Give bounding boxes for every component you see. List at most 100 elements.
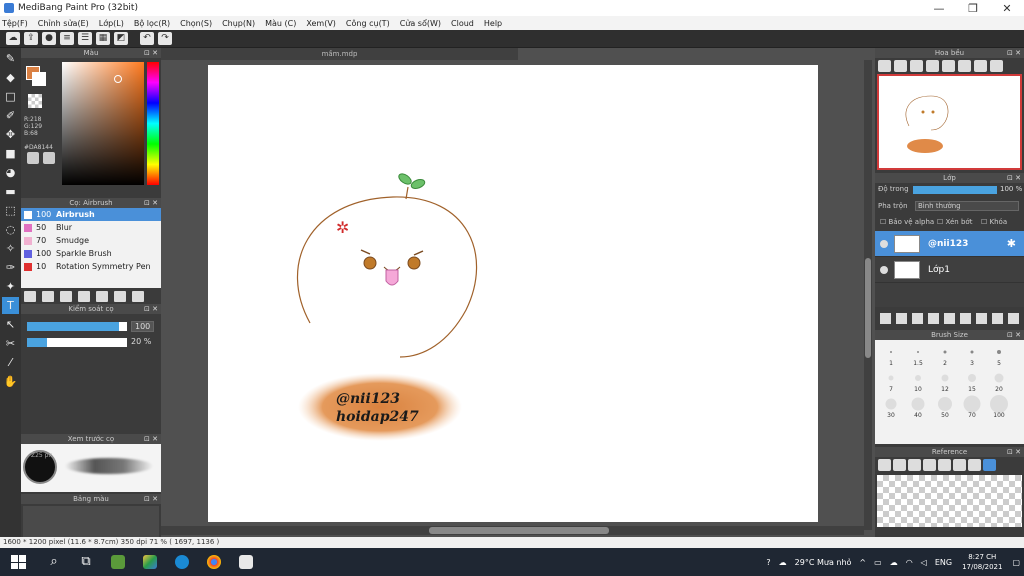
- brush-item[interactable]: 70 Smudge: [21, 234, 161, 247]
- select-rect-tool-icon[interactable]: ⬚: [2, 202, 19, 219]
- windows-start-icon[interactable]: [8, 552, 28, 572]
- palette-area[interactable]: [23, 506, 159, 540]
- brush-size-option[interactable]: 7: [878, 368, 904, 394]
- select-pen-tool-icon[interactable]: ✑: [2, 259, 19, 276]
- color-picker-icon[interactable]: [43, 152, 55, 164]
- brush-opacity-slider[interactable]: [27, 338, 127, 347]
- brush-size-option[interactable]: 12: [932, 368, 958, 394]
- dot-tool-icon[interactable]: □: [2, 88, 19, 105]
- saturation-value-picker[interactable]: [62, 62, 144, 185]
- delete-brush-icon[interactable]: [132, 290, 144, 302]
- actual-size-icon[interactable]: [958, 60, 971, 72]
- brush-size-option[interactable]: 3: [959, 342, 985, 368]
- visibility-eye-icon[interactable]: [880, 239, 888, 248]
- panel-close-icon[interactable]: ⊡ ✕: [1007, 447, 1021, 457]
- close-button[interactable]: ✕: [990, 2, 1024, 15]
- notifications-icon[interactable]: ▢: [1012, 558, 1020, 567]
- color-wheel-icon[interactable]: [27, 152, 39, 164]
- layer-row[interactable]: @nii123 ✱: [875, 231, 1024, 257]
- rotate-right-icon[interactable]: [974, 60, 987, 72]
- brush-folder-icon[interactable]: [96, 290, 108, 302]
- vertical-scroll-thumb[interactable]: [865, 258, 871, 358]
- zoom-in-icon[interactable]: [878, 60, 891, 72]
- flip-icon[interactable]: [990, 60, 1003, 72]
- zoom-out-icon[interactable]: [926, 60, 939, 72]
- transform-icon[interactable]: ◩: [114, 32, 128, 45]
- brush-size-option[interactable]: 70: [959, 394, 985, 420]
- new-layer-icon[interactable]: [880, 312, 891, 324]
- import-reference-icon[interactable]: [878, 459, 891, 471]
- brush-size-slider[interactable]: [27, 322, 127, 331]
- search-icon[interactable]: ⌕: [45, 553, 63, 571]
- layer-folder-icon[interactable]: [960, 312, 971, 324]
- help-icon[interactable]: ?: [766, 558, 770, 567]
- horizontal-scroll-thumb[interactable]: [429, 527, 609, 534]
- new-brush-icon[interactable]: [42, 290, 54, 302]
- lock-checkbox[interactable]: ☐ Khóa: [981, 218, 1007, 226]
- rotate-left-icon[interactable]: [942, 60, 955, 72]
- menu-layer[interactable]: Lớp(L): [99, 19, 124, 28]
- ref-zoom-out-icon[interactable]: [953, 459, 966, 471]
- bucket-tool-icon[interactable]: ◕: [2, 164, 19, 181]
- upload-icon[interactable]: ⇪: [24, 32, 38, 45]
- layer-opacity-slider[interactable]: [913, 186, 997, 194]
- menu-edit[interactable]: Chỉnh sửa(E): [38, 19, 89, 28]
- brush-size-option[interactable]: 2: [932, 342, 958, 368]
- add-brush-icon[interactable]: [24, 290, 36, 302]
- chrome-browser-icon[interactable]: [207, 555, 221, 569]
- menu-tools[interactable]: Công cụ(T): [346, 19, 390, 28]
- zoom-in-icon[interactable]: [894, 60, 907, 72]
- menu-cloud[interactable]: Cloud: [451, 19, 474, 28]
- panel-close-icon[interactable]: ⊡ ✕: [144, 304, 158, 314]
- brush-copy-icon[interactable]: [114, 290, 126, 302]
- ref-eyedropper-icon[interactable]: [968, 459, 981, 471]
- brush-size-option[interactable]: 100: [986, 394, 1012, 420]
- brush-item[interactable]: 50 Blur: [21, 221, 161, 234]
- new-halftone-layer-icon[interactable]: [896, 312, 907, 324]
- protect-alpha-checkbox[interactable]: ☐ Bảo vệ alpha: [880, 218, 934, 226]
- hue-slider[interactable]: [147, 62, 159, 185]
- wifi-icon[interactable]: ◠: [906, 558, 913, 567]
- brush-item[interactable]: 100 Sparkle Brush: [21, 247, 161, 260]
- brush-item[interactable]: 10 Rotation Symmetry Pen: [21, 260, 161, 273]
- divide-tool-icon[interactable]: ✂: [2, 335, 19, 352]
- blend-mode-select[interactable]: Bình thường: [915, 201, 1019, 211]
- brush-size-option[interactable]: 50: [932, 394, 958, 420]
- panel-close-icon[interactable]: ⊡ ✕: [1007, 330, 1021, 340]
- brush-item[interactable]: 100 Airbrush: [21, 208, 161, 221]
- gradient-tool-icon[interactable]: ▬: [2, 183, 19, 200]
- panel-close-icon[interactable]: ⊡ ✕: [144, 434, 158, 444]
- cloud-icon[interactable]: ☁: [6, 32, 20, 45]
- menu-color[interactable]: Màu (C): [265, 19, 296, 28]
- color-cursor[interactable]: [114, 75, 122, 83]
- menu-window[interactable]: Cửa sổ(W): [400, 19, 441, 28]
- panel-close-icon[interactable]: ⊡ ✕: [144, 198, 158, 208]
- navigator-thumbnail[interactable]: [877, 74, 1022, 170]
- move-tool-icon[interactable]: ✥: [2, 126, 19, 143]
- pen-tool-icon[interactable]: ✐: [2, 107, 19, 124]
- text-tool-icon[interactable]: T: [2, 297, 19, 314]
- ref-fit-icon[interactable]: [938, 459, 951, 471]
- language-indicator[interactable]: ENG: [935, 558, 952, 567]
- ref-zoom-in-icon[interactable]: [923, 459, 936, 471]
- menu-view[interactable]: Xem(V): [306, 19, 336, 28]
- close-reference-icon[interactable]: [908, 459, 921, 471]
- ref-hand-icon[interactable]: [983, 459, 996, 471]
- layer-type-icon[interactable]: [944, 312, 955, 324]
- reference-area[interactable]: [877, 475, 1022, 527]
- undo-icon[interactable]: ↶: [140, 32, 154, 45]
- duplicate-layer-icon[interactable]: [976, 312, 987, 324]
- brush-size-option[interactable]: 5: [986, 342, 1012, 368]
- chevron-up-icon[interactable]: ^: [859, 558, 866, 567]
- new-1bit-layer-icon[interactable]: [928, 312, 939, 324]
- brush-group-icon[interactable]: [60, 290, 72, 302]
- visibility-eye-icon[interactable]: [880, 265, 888, 274]
- panel-close-icon[interactable]: ⊡ ✕: [144, 48, 158, 58]
- fill-rect-tool-icon[interactable]: ■: [2, 145, 19, 162]
- layer-row[interactable]: Lớp1: [875, 257, 1024, 283]
- clock[interactable]: 8:27 CH 17/08/2021: [962, 552, 1002, 572]
- merge-layer-icon[interactable]: [992, 312, 1003, 324]
- delete-layer-icon[interactable]: [1008, 312, 1019, 324]
- layer-settings-gear-icon[interactable]: ✱: [1007, 237, 1016, 250]
- horizontal-scrollbar[interactable]: [161, 526, 864, 535]
